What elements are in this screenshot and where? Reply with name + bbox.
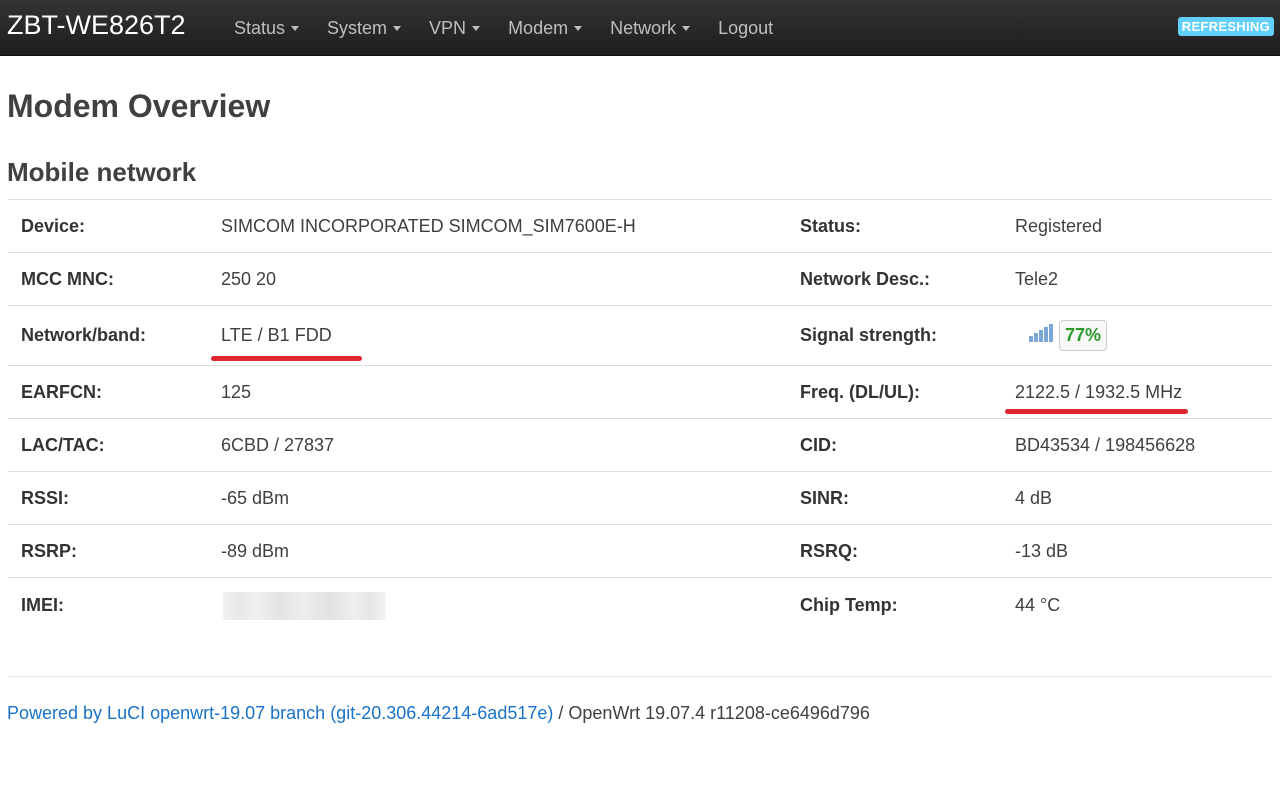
footer-version: / OpenWrt 19.07.4 r11208-ce6496d796: [553, 703, 870, 723]
menu-network-label: Network: [610, 17, 677, 38]
section-title: Mobile network: [7, 157, 197, 187]
table-row: Device: SIMCOM INCORPORATED SIMCOM_SIM76…: [8, 200, 1272, 253]
mobile-network-table: Device: SIMCOM INCORPORATED SIMCOM_SIM76…: [8, 199, 1272, 633]
mcc-mnc-label: MCC MNC:: [21, 268, 114, 289]
freq-cell: 2122.5 / 1932.5 MHz: [1004, 366, 1189, 418]
table-row: RSSI: -65 dBm SINR: 4 dB: [8, 472, 1272, 525]
top-navbar: ZBT-WE826T2 Status System VPN Modem Netw…: [0, 0, 1280, 56]
network-band-value: LTE / B1 FDD: [211, 325, 362, 361]
imei-value-redacted: [221, 578, 386, 633]
network-desc-value: Tele2: [1015, 268, 1059, 289]
menu-logout-label: Logout: [718, 17, 774, 38]
cid-label: CID:: [800, 434, 837, 455]
chevron-down-icon: [472, 26, 481, 31]
menu-system-label: System: [327, 17, 388, 38]
cid-value: BD43534 / 198456628: [1015, 434, 1196, 455]
footer-divider: [8, 676, 1272, 677]
rsrp-value: -89 dBm: [221, 540, 290, 561]
status-label: Status:: [800, 215, 862, 236]
rssi-label: RSSI:: [21, 487, 70, 508]
luci-link[interactable]: Powered by LuCI openwrt-19.07 branch (gi…: [7, 703, 553, 723]
network-band-label: Network/band:: [21, 325, 147, 345]
menu-logout[interactable]: Logout: [704, 0, 787, 55]
table-row: Network/band: LTE / B1 FDD Signal streng…: [8, 306, 1272, 366]
signal-strength-cell: 77%: [1015, 306, 1108, 365]
lac-tac-value: 6CBD / 27837: [221, 434, 335, 455]
rsrq-value: -13 dB: [1015, 540, 1069, 561]
menu-network[interactable]: Network: [596, 0, 704, 55]
refreshing-badge[interactable]: REFRESHING: [1177, 17, 1274, 36]
rsrp-label: RSRP:: [21, 540, 78, 561]
table-row: IMEI: Chip Temp: 44 °C: [8, 578, 1272, 633]
table-row: RSRP: -89 dBm RSRQ: -13 dB: [8, 525, 1272, 578]
menu-status-label: Status: [234, 17, 286, 38]
blurred-imei: [223, 591, 386, 620]
signal-bars-icon: [1029, 323, 1053, 342]
signal-percent-badge: 77%: [1059, 320, 1108, 351]
rsrq-label: RSRQ:: [800, 540, 858, 561]
table-row: MCC MNC: 250 20 Network Desc.: Tele2: [8, 253, 1272, 306]
rssi-value: -65 dBm: [221, 487, 290, 508]
menu-vpn-label: VPN: [429, 17, 467, 38]
mcc-mnc-value: 250 20: [221, 268, 277, 289]
table-row: EARFCN: 125 Freq. (DL/UL): 2122.5 / 1932…: [8, 366, 1272, 419]
lac-tac-label: LAC/TAC:: [21, 434, 105, 455]
table-row: LAC/TAC: 6CBD / 27837 CID: BD43534 / 198…: [8, 419, 1272, 472]
footer: Powered by LuCI openwrt-19.07 branch (gi…: [7, 703, 870, 724]
chip-temp-value: 44 °C: [1015, 595, 1061, 615]
sinr-value: 4 dB: [1015, 487, 1053, 508]
network-band-cell: LTE / B1 FDD: [211, 306, 362, 365]
imei-label: IMEI:: [21, 595, 64, 615]
network-desc-label: Network Desc.:: [800, 268, 931, 289]
menu-modem[interactable]: Modem: [494, 0, 596, 55]
chip-temp-label: Chip Temp:: [800, 595, 898, 615]
chevron-down-icon: [682, 26, 691, 31]
earfcn-value: 125: [221, 381, 252, 402]
brand-title[interactable]: ZBT-WE826T2: [7, 10, 186, 41]
sinr-label: SINR:: [800, 487, 849, 508]
freq-value: 2122.5 / 1932.5 MHz: [1004, 381, 1189, 414]
menu-modem-label: Modem: [508, 17, 569, 38]
chevron-down-icon: [291, 26, 300, 31]
menu-vpn[interactable]: VPN: [415, 0, 494, 55]
freq-label: Freq. (DL/UL):: [800, 381, 920, 402]
signal-indicator: 77%: [1029, 320, 1108, 351]
status-value: Registered: [1015, 215, 1103, 236]
main-menu: Status System VPN Modem Network Logout: [220, 0, 787, 55]
menu-status[interactable]: Status: [220, 0, 313, 55]
page-title: Modem Overview: [7, 88, 271, 124]
chevron-down-icon: [393, 26, 402, 31]
signal-strength-label: Signal strength:: [800, 325, 938, 345]
device-value: SIMCOM INCORPORATED SIMCOM_SIM7600E-H: [221, 215, 636, 236]
menu-system[interactable]: System: [313, 0, 415, 55]
device-label: Device:: [21, 215, 86, 236]
earfcn-label: EARFCN:: [21, 381, 102, 402]
chevron-down-icon: [574, 26, 583, 31]
